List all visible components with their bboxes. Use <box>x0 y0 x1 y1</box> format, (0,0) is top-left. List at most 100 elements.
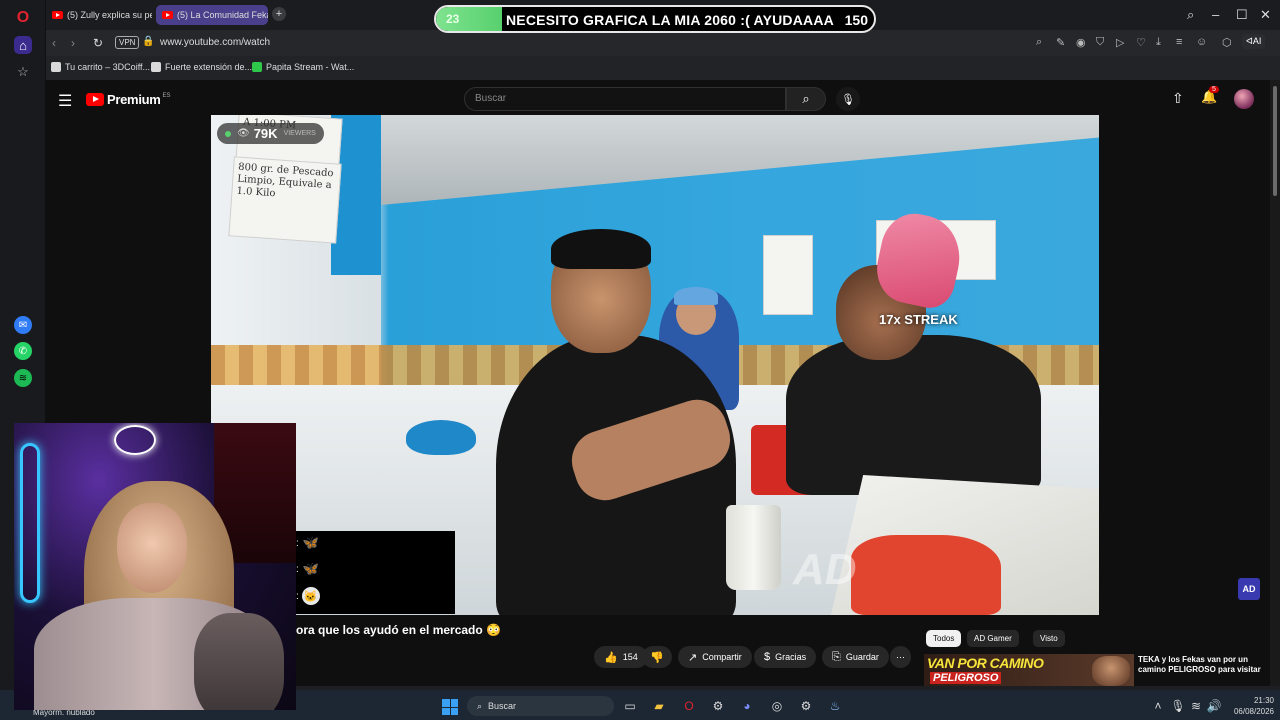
goal-target: 150 <box>844 12 868 28</box>
channel-logo[interactable]: AD <box>1238 578 1260 600</box>
page-scrollbar[interactable] <box>1270 80 1280 686</box>
bookmark-extension[interactable]: Fuerte extensión de... <box>151 62 252 72</box>
whatsapp-icon[interactable]: ✆ <box>14 342 32 360</box>
play-icon[interactable]: ▷ <box>1116 36 1124 49</box>
tab-search-icon[interactable]: ⌕ <box>1187 7 1194 23</box>
menu-icon[interactable]: ≡ <box>1176 36 1182 48</box>
clock[interactable]: 21:30 06/08/2026 <box>1228 695 1274 717</box>
scrollbar-thumb[interactable] <box>1273 86 1277 196</box>
chip-todos[interactable]: Todos <box>926 630 962 647</box>
bookmark-favicon-icon <box>51 62 61 72</box>
microphone-icon[interactable]: 🎙 <box>1170 698 1186 714</box>
butterfly-emote-icon: 🦋 <box>302 561 319 576</box>
chat-line: : 🐱 <box>296 587 320 605</box>
wifi-icon[interactable]: ≋ <box>1188 698 1204 714</box>
search-icon[interactable]: ⌕ <box>1036 36 1042 49</box>
messenger-icon[interactable]: ✉ <box>14 316 32 334</box>
hamburger-menu-icon[interactable]: ☰ <box>58 91 72 111</box>
scene-woman-cap <box>674 287 718 305</box>
file-explorer-icon[interactable]: ▰ <box>651 698 667 714</box>
notification-count: 5 <box>1209 86 1219 93</box>
clock-date: 06/08/2026 <box>1233 707 1274 717</box>
save-button[interactable]: ⎘ Guardar <box>822 646 889 668</box>
like-button[interactable]: 👍 154 <box>594 646 648 668</box>
goal-text: NECESITO GRAFICA LA MIA 2060 :( AYUDAAAA <box>506 12 834 28</box>
steam-icon[interactable]: ♨ <box>827 698 843 714</box>
sign-prices <box>763 235 813 315</box>
settings-icon[interactable]: ⚙ <box>798 698 814 714</box>
download-icon[interactable]: ⤓ <box>1156 36 1161 49</box>
chat-user: : <box>296 537 299 549</box>
task-view-icon[interactable]: ▭ <box>622 698 638 714</box>
ai-label: AI <box>1252 36 1262 46</box>
address-bar: ‹ › ↻ VPN 🔒 www.youtube.com/watch ⌕ ✎ ◉ … <box>46 30 1280 56</box>
shield-icon[interactable]: ⛉ <box>1096 36 1104 49</box>
search-button[interactable]: ⌕ <box>786 87 826 111</box>
lock-icon[interactable]: 🔒 <box>142 36 154 47</box>
video-watermark: AD <box>793 545 857 594</box>
recommended-title[interactable]: TEKA y los Fekas van por un camino PELIG… <box>1138 655 1266 676</box>
upload-icon[interactable]: ⇧ <box>1172 90 1184 107</box>
tab-label: (5) Zully explica su pelea c <box>67 10 152 20</box>
cam-neon-light <box>20 443 40 603</box>
obs-icon[interactable]: ◎ <box>769 698 785 714</box>
notifications-bell-icon[interactable]: 🔔 5 <box>1201 86 1219 105</box>
camera-icon[interactable]: ◉ <box>1076 36 1086 49</box>
like-count: 154 <box>622 652 638 662</box>
bookmarks-bar: Tu carrito – 3DCoiff... Fuerte extensión… <box>46 56 1280 80</box>
dislike-button[interactable]: 👎 <box>642 646 672 668</box>
scene-ceiling <box>381 115 1099 205</box>
discord-icon[interactable]: ◕ <box>739 698 755 714</box>
bookmark-3dcoiff[interactable]: Tu carrito – 3DCoiff... <box>51 62 150 72</box>
thumbnail-subtext: PELIGROSO <box>930 672 1002 684</box>
spotify-icon[interactable]: ≋ <box>14 369 32 387</box>
cat-emote-icon: 🐱 <box>301 587 320 605</box>
taskbar-search-label: Buscar <box>488 701 517 711</box>
reload-icon[interactable]: ↻ <box>93 36 103 50</box>
recommended-thumbnail[interactable]: VAN POR CAMINO PELIGROSO <box>924 654 1134 686</box>
bookmark-label: Tu carrito – 3DCoiff... <box>65 62 151 72</box>
bookmark-papita-stream[interactable]: Papita Stream - Wat... <box>252 62 354 72</box>
aria-ai-button[interactable]: ᐊAI <box>1242 34 1266 49</box>
edit-icon[interactable]: ✎ <box>1056 36 1065 49</box>
youtube-logo[interactable]: Premium ES <box>86 92 171 107</box>
maximize-icon[interactable]: ☐ <box>1236 7 1248 23</box>
share-button[interactable]: ↗ Compartir <box>678 646 752 668</box>
vpn-badge[interactable]: VPN <box>115 36 140 49</box>
avatar[interactable] <box>1234 89 1254 109</box>
thumbs-up-icon: 👍 <box>604 651 618 664</box>
voice-search-button[interactable]: 🎙 <box>836 87 860 111</box>
app-icon[interactable]: ⚙ <box>710 698 726 714</box>
extensions-icon[interactable]: ⬡ <box>1222 36 1232 49</box>
profile-icon[interactable]: ☺ <box>1196 36 1207 48</box>
new-tab-button[interactable]: + <box>272 7 286 21</box>
opera-logo-icon[interactable]: O <box>14 9 32 27</box>
search-input[interactable]: Buscar <box>464 87 786 111</box>
url-field[interactable]: www.youtube.com/watch <box>160 37 270 48</box>
volume-icon[interactable]: 🔊 <box>1206 698 1222 714</box>
chip-ad-gamer[interactable]: AD Gamer <box>967 630 1019 647</box>
close-icon[interactable]: ✕ <box>1260 7 1271 23</box>
windows-start-icon[interactable] <box>442 699 458 715</box>
chip-visto[interactable]: Visto <box>1033 630 1065 647</box>
back-icon[interactable]: ‹ <box>52 36 56 50</box>
scene-bag <box>851 535 1001 615</box>
forward-icon[interactable]: › <box>71 36 75 50</box>
tab-zully[interactable]: (5) Zully explica su pelea c <box>46 5 152 25</box>
bookmark-favicon-icon <box>151 62 161 72</box>
home-icon[interactable]: ⌂ <box>14 36 32 54</box>
star-icon[interactable]: ☆ <box>14 63 32 81</box>
taskbar-search[interactable]: ⌕ Buscar <box>467 696 614 716</box>
search-icon: ⌕ <box>477 700 483 711</box>
opera-taskbar-icon[interactable]: O <box>681 698 697 714</box>
minimize-icon[interactable]: – <box>1212 7 1219 22</box>
more-actions-button[interactable]: ⋯ <box>890 646 911 668</box>
tab-comunidad-feka[interactable]: (5) La Comunidad Feka ap <box>156 5 268 25</box>
viewer-label: VIEWERS <box>283 130 316 137</box>
thanks-button[interactable]: $ Gracias <box>754 646 817 668</box>
chevron-up-icon[interactable]: ˄ <box>1150 698 1166 714</box>
planet-neon-icon <box>114 425 156 455</box>
live-dot-icon <box>225 130 231 137</box>
save-label: Guardar <box>845 652 879 662</box>
heart-icon[interactable]: ♡ <box>1136 36 1146 49</box>
